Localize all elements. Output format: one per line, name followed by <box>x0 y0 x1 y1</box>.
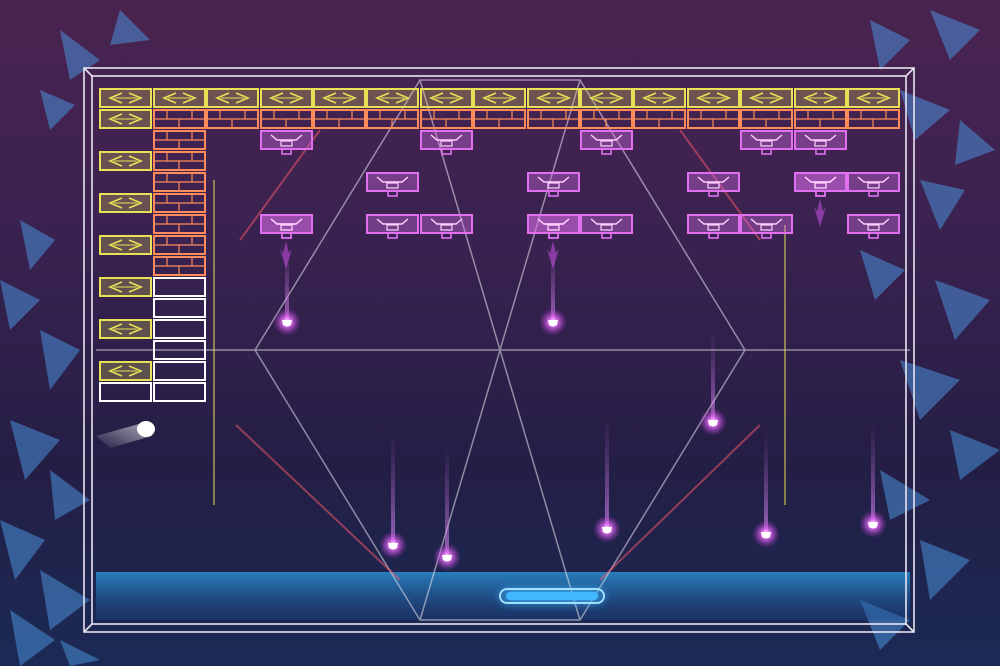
plasma-bolt <box>273 252 301 336</box>
turret-brick <box>794 172 847 227</box>
gold-brick <box>99 109 152 129</box>
turret-brick <box>687 172 740 197</box>
turret-brick <box>420 130 473 155</box>
turret-brick <box>527 172 580 197</box>
orange-brick <box>527 109 580 129</box>
gold-brick <box>99 277 152 297</box>
plasma-bolt <box>379 435 407 559</box>
plasma-bolt <box>433 447 461 571</box>
orange-brick <box>260 109 313 129</box>
orange-brick <box>687 109 740 129</box>
orange-brick <box>473 109 526 129</box>
gold-brick <box>99 361 152 381</box>
turret-brick <box>794 130 847 155</box>
orange-brick <box>420 109 473 129</box>
orange-brick <box>153 235 206 255</box>
orange-brick <box>206 109 259 129</box>
background-accent-lines <box>213 129 786 581</box>
game-screen <box>0 10 1000 666</box>
orange-brick <box>847 109 900 129</box>
orange-brick <box>633 109 686 129</box>
ball-core <box>137 421 155 437</box>
gold-brick <box>366 88 419 108</box>
orange-brick <box>740 109 793 129</box>
gold-brick <box>99 319 152 339</box>
turret-brick <box>580 214 633 239</box>
turret-brick <box>420 214 473 239</box>
turret-brick <box>847 214 900 239</box>
gold-brick <box>580 88 633 108</box>
gold-brick <box>740 88 793 108</box>
turret-brick <box>366 172 419 197</box>
white-brick <box>153 361 206 381</box>
floor-glow <box>96 572 910 620</box>
orange-brick <box>153 151 206 171</box>
white-brick <box>153 277 206 297</box>
orange-brick <box>153 172 206 192</box>
orange-brick <box>794 109 847 129</box>
turret-brick <box>687 214 740 239</box>
orange-brick <box>153 193 206 213</box>
gold-brick <box>794 88 847 108</box>
gold-brick <box>847 88 900 108</box>
orange-brick <box>153 256 206 276</box>
gold-brick <box>420 88 473 108</box>
enemy-projectiles <box>273 252 887 571</box>
turret-brick <box>847 172 900 197</box>
gold-brick <box>633 88 686 108</box>
plasma-bolt <box>699 332 727 436</box>
gold-brick <box>99 88 152 108</box>
gold-brick <box>206 88 259 108</box>
turret-brick <box>580 130 633 155</box>
gold-brick <box>99 193 152 213</box>
orange-brick <box>153 109 206 129</box>
gold-brick <box>99 235 152 255</box>
plasma-bolt <box>539 252 567 336</box>
plasma-bolt <box>593 419 621 543</box>
orange-brick <box>313 109 366 129</box>
gold-brick <box>313 88 366 108</box>
gold-brick <box>99 151 152 171</box>
gold-brick <box>260 88 313 108</box>
gold-brick <box>473 88 526 108</box>
white-brick <box>153 298 206 318</box>
gold-brick <box>527 88 580 108</box>
plasma-bolt <box>752 434 780 548</box>
white-brick <box>153 319 206 339</box>
orange-brick <box>366 109 419 129</box>
gold-brick <box>687 88 740 108</box>
turret-brick <box>366 214 419 239</box>
background-geometry <box>96 79 910 621</box>
orange-brick <box>580 109 633 129</box>
white-brick <box>99 382 152 402</box>
turret-brick <box>740 130 793 155</box>
ball <box>96 421 155 448</box>
orange-brick <box>153 214 206 234</box>
white-brick <box>153 382 206 402</box>
gold-brick <box>153 88 206 108</box>
orange-brick <box>153 130 206 150</box>
